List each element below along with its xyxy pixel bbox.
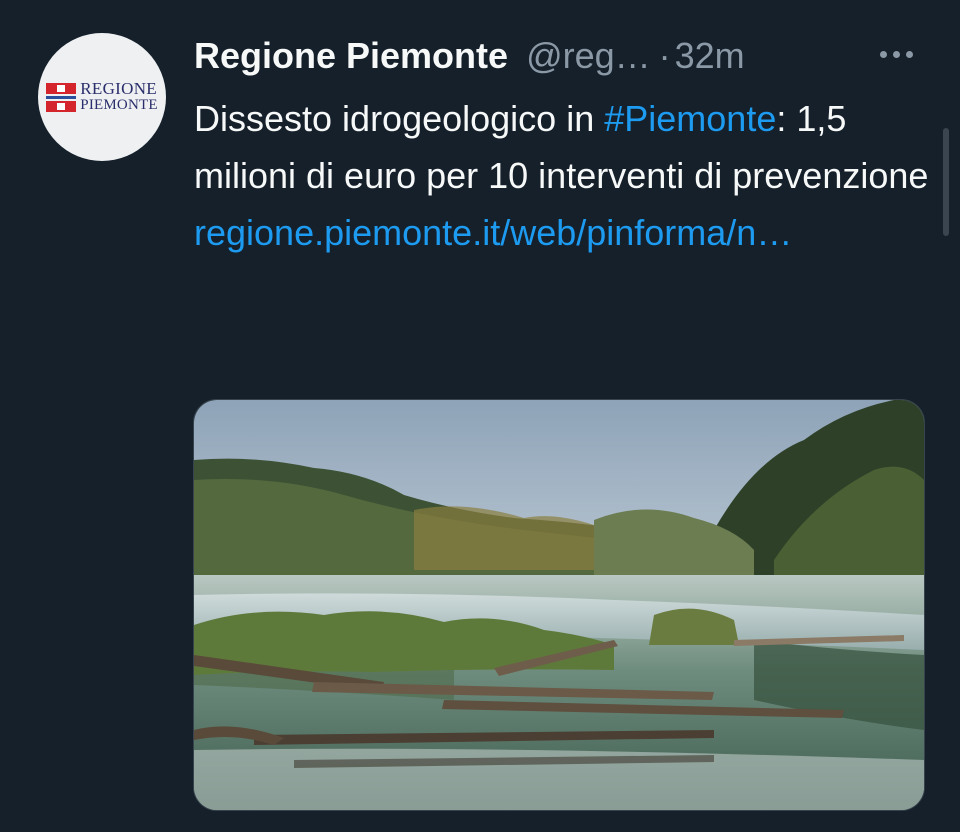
more-horizontal-icon (879, 50, 887, 58)
hashtag-link[interactable]: #Piemonte (604, 98, 776, 139)
user-handle[interactable]: @reg… (526, 35, 651, 77)
piemonte-flag-icon (46, 82, 77, 112)
logo-line-1: REGIONE (80, 79, 157, 98)
river-landscape-image (194, 400, 924, 810)
tweet-header: Regione Piemonte @reg… · 32m (194, 30, 745, 82)
more-options-button[interactable] (873, 40, 919, 68)
tweet[interactable]: REGIONE PIEMONTE Regione Piemonte @reg… … (0, 0, 960, 832)
timestamp[interactable]: 32m (675, 35, 745, 77)
regione-piemonte-logo: REGIONE PIEMONTE (46, 79, 158, 113)
display-name[interactable]: Regione Piemonte (194, 35, 508, 77)
url-link[interactable]: regione.piemonte.it/web/pinforma/n… (194, 212, 792, 253)
avatar[interactable]: REGIONE PIEMONTE (38, 33, 166, 161)
scrollbar[interactable] (943, 128, 949, 236)
logo-line-2: PIEMONTE (80, 97, 158, 113)
separator: · (658, 35, 671, 76)
tweet-text-part: Dissesto idrogeologico in (194, 98, 605, 139)
tweet-text: Dissesto idrogeologico in #Piemonte: 1,5… (194, 90, 934, 261)
tweet-media-image[interactable] (193, 399, 925, 811)
